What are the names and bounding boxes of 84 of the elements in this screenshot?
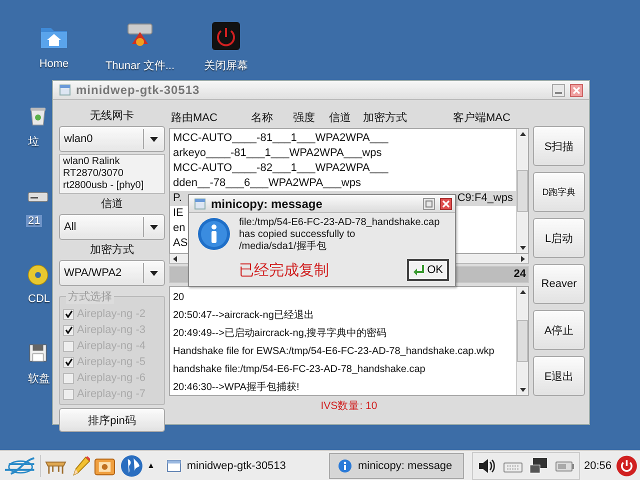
icon-label[interactable]: 软盘 xyxy=(26,371,52,386)
scroll-down-icon xyxy=(520,388,526,392)
column-header: 路由MAC xyxy=(171,110,218,124)
log-line: 20:46:30-->WPA握手包捕获! xyxy=(173,380,300,395)
adapter-dropdown[interactable]: wlan0 xyxy=(59,126,165,152)
action-button[interactable]: A停止 xyxy=(533,310,585,350)
caret-icon xyxy=(150,224,158,230)
log-line: 20:50:47-->aircrack-ng已经退出 xyxy=(173,308,315,323)
info-icon xyxy=(338,458,352,472)
scroll-down-icon xyxy=(520,246,526,250)
sort-pin-button[interactable]: 排序pin码 xyxy=(59,408,165,432)
arrow-icon xyxy=(413,264,426,276)
scroll-left-icon xyxy=(173,256,177,262)
dialog-title: minicopy: message xyxy=(211,196,324,210)
clock: 20:56 xyxy=(584,460,612,472)
action-button[interactable]: Reaver xyxy=(533,264,585,304)
list-row[interactable]: MCC-AUTO____-82___1___WPA2WPA___ xyxy=(170,161,516,176)
progress-text: 24 xyxy=(514,267,526,282)
log-line: 20 xyxy=(173,291,186,305)
group-legend: 方式选择 xyxy=(66,289,114,304)
globe-icon[interactable] xyxy=(120,454,143,478)
field-label: 无线网卡 xyxy=(89,109,135,124)
power-icon[interactable] xyxy=(616,454,637,476)
row-text: C9:F4_wps xyxy=(457,191,513,206)
encryption-dropdown[interactable]: WPA/WPA2 xyxy=(59,260,165,286)
window-icon xyxy=(194,198,206,210)
row-text: MCC-AUTO____-82___1___WPA2WPA___ xyxy=(173,161,388,176)
icon-label[interactable]: Thunar 文件... xyxy=(103,58,177,73)
window-icon xyxy=(59,84,71,96)
network-icon[interactable] xyxy=(529,456,550,474)
list-row[interactable]: MCC-AUTO____-81___1___WPA2WPA___ xyxy=(170,131,516,146)
row-text: dden__-78___6___WPA2WPA___wps xyxy=(173,176,361,191)
status-message: 已经完成复制 xyxy=(239,260,329,280)
list-row[interactable]: dden__-78___6___WPA2WPA___wps xyxy=(170,176,516,191)
ivs-count: IVS数量: 10 xyxy=(320,399,378,413)
column-header: 强度 xyxy=(293,110,316,124)
maximize-icon[interactable] xyxy=(423,198,435,210)
field-label: 信道 xyxy=(100,197,124,212)
action-button[interactable]: S扫描 xyxy=(533,126,585,166)
log-line: Handshake file for EWSA:/tmp/54-E6-FC-23-AD-78_handshake.cap.wkp xyxy=(173,345,496,359)
log-line: 20:49:49-->已启动aircrack-ng,搜寻字典中的密码 xyxy=(173,326,388,341)
row-text: P. xyxy=(173,191,182,206)
info-icon xyxy=(197,217,231,251)
column-header: 加密方式 xyxy=(363,110,408,124)
minimize-icon[interactable] xyxy=(552,84,565,96)
scroll-up-icon xyxy=(520,132,526,136)
column-header: 名称 xyxy=(251,110,274,124)
window-title: minidwep-gtk-30513 xyxy=(76,83,200,97)
battery-icon[interactable] xyxy=(555,458,576,472)
taskbar-button[interactable]: minidwep-gtk-30513 xyxy=(158,452,326,478)
column-header: 客户端MAC xyxy=(453,110,512,124)
window-icon xyxy=(166,460,181,472)
close-icon[interactable] xyxy=(570,84,583,96)
channel-dropdown[interactable]: All xyxy=(59,214,165,240)
caret-icon xyxy=(150,136,158,142)
scroll-up-icon xyxy=(520,290,526,294)
scrollbar[interactable] xyxy=(516,287,528,395)
icon-label[interactable]: 关闭屏幕 xyxy=(202,58,250,73)
action-button[interactable]: D跑字典 xyxy=(533,172,585,212)
column-header: 信道 xyxy=(329,110,352,124)
close-icon[interactable] xyxy=(440,198,452,210)
dialog-message: file:/tmp/54-E6-FC-23-AD-78_handshake.cap has copied successfully to /media/sda1/握手包 xyxy=(239,217,441,253)
caret-icon xyxy=(150,270,158,276)
icon-label[interactable]: Home xyxy=(37,58,71,70)
speaker-icon[interactable] xyxy=(477,456,498,474)
action-button[interactable]: L启动 xyxy=(533,218,585,258)
icon-label[interactable]: CDL xyxy=(26,293,52,305)
swirl-logo-icon[interactable] xyxy=(3,454,36,476)
ok-button[interactable]: OK xyxy=(407,259,449,281)
taskbar-button[interactable]: minicopy: message xyxy=(329,452,464,478)
disc-icon[interactable] xyxy=(26,263,50,287)
scrollbar[interactable] xyxy=(516,129,528,253)
pencil-icon[interactable] xyxy=(70,454,90,476)
adapter-info: wlan0 Ralink RT2870/3070 rt2800usb - [phy0] xyxy=(59,154,165,194)
action-button[interactable]: E退出 xyxy=(533,356,585,396)
list-row[interactable]: arkeyo____-81___1___WPA2WPA___wps xyxy=(170,146,516,161)
icon-label[interactable]: 垃 xyxy=(26,134,41,149)
power-icon[interactable] xyxy=(210,20,242,52)
row-text: arkeyo____-81___1___WPA2WPA___wps xyxy=(173,146,382,161)
row-text: MCC-AUTO____-81___1___WPA2WPA___ xyxy=(173,131,388,146)
scroll-right-icon xyxy=(521,256,525,262)
menu-arrow[interactable]: ▲ xyxy=(146,461,155,470)
field-label: 加密方式 xyxy=(89,242,135,258)
log-line: handshake file:/tmp/54-E6-FC-23-AD-78_handshake.cap xyxy=(173,363,426,377)
